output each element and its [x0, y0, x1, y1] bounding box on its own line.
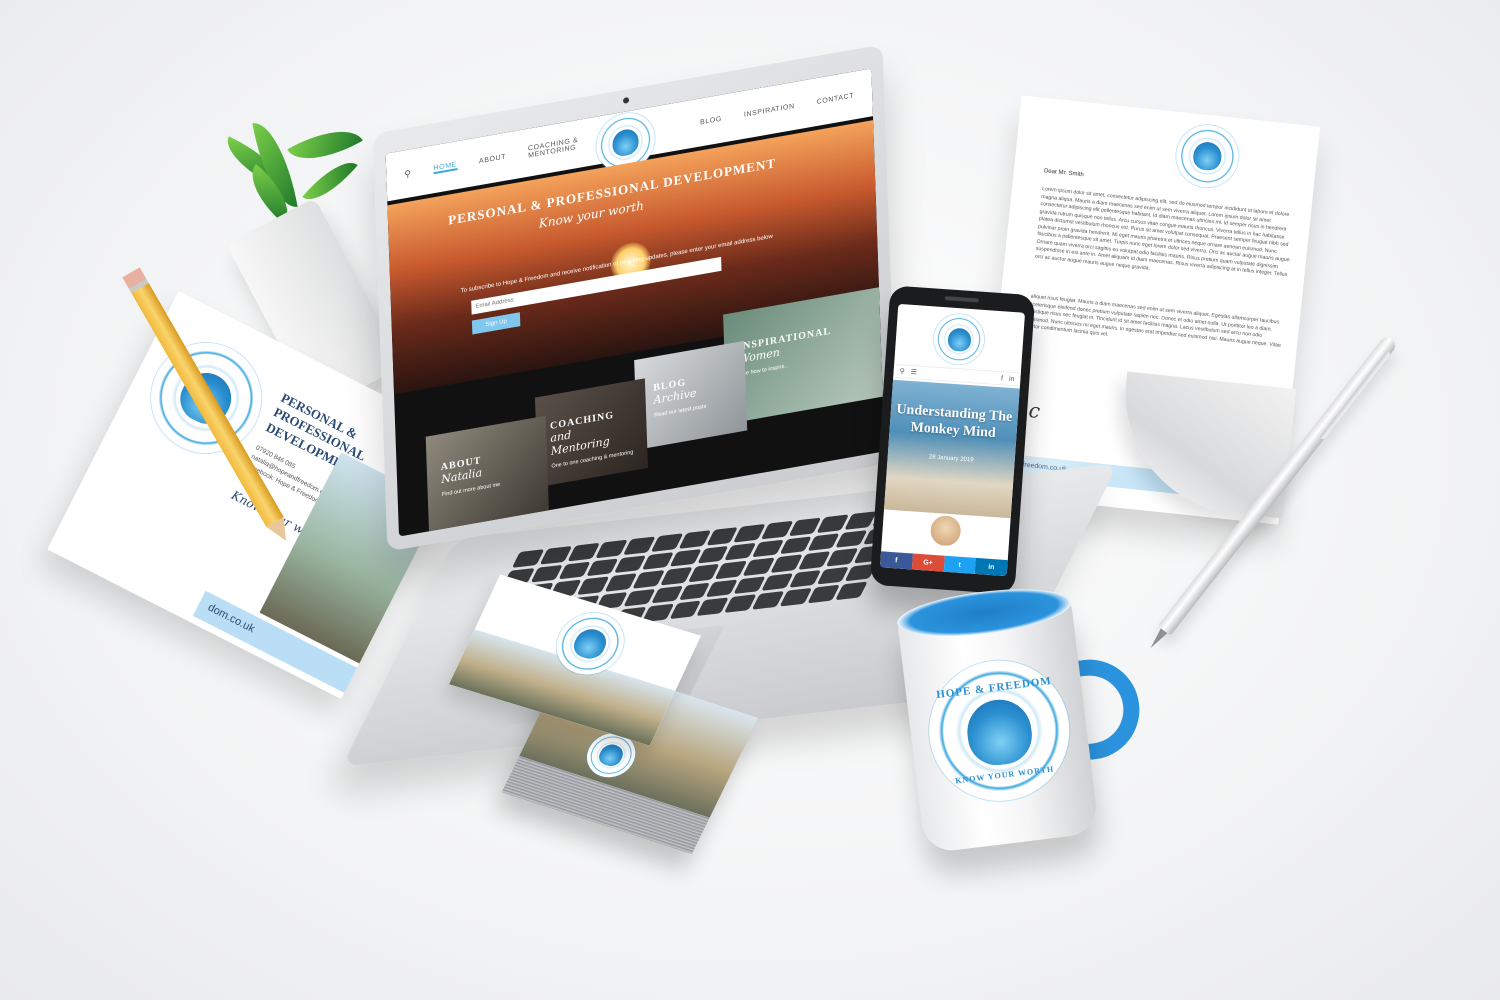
smartphone: ⚲ ☰ f in Understanding The Monkey Mind 2…	[869, 285, 1036, 595]
tile-about[interactable]: ABOUT Natalia Find out more about me	[425, 415, 549, 532]
keyboard-key	[835, 581, 868, 601]
keyboard-key	[678, 530, 711, 549]
search-icon[interactable]: ⚲	[899, 367, 905, 375]
keyboard-key	[706, 527, 739, 546]
keyboard-key	[576, 576, 609, 595]
keyboard-key	[733, 523, 767, 543]
keyboard-key	[512, 549, 545, 568]
keyboard-key	[816, 514, 850, 533]
post-title[interactable]: Understanding The Monkey Mind	[889, 402, 1018, 444]
keyboard-key	[632, 570, 665, 589]
keyboard-key	[816, 566, 850, 585]
tile-blog[interactable]: BLOG Archive Read our latest posts	[634, 340, 748, 450]
lotus-icon	[946, 326, 972, 352]
keyboard-key	[705, 579, 739, 598]
brand-tagline: KNOW YOUR WORTH	[954, 764, 1055, 786]
keyboard-key	[641, 551, 674, 571]
search-icon[interactable]: ⚲	[404, 168, 412, 180]
keyboard-key	[585, 558, 619, 577]
keyboard-key	[696, 597, 729, 616]
share-google-icon[interactable]: G+	[911, 553, 945, 572]
keyboard-key	[622, 536, 656, 555]
nav-home[interactable]: HOME	[433, 160, 458, 174]
nav-contact[interactable]: CONTACT	[817, 92, 855, 106]
phone-post-hero: Understanding The Monkey Mind 28 January…	[883, 379, 1020, 519]
share-bar: f G+ t in	[879, 551, 1008, 577]
keyboard-key	[650, 533, 683, 552]
post-date: 28 January 2019	[928, 453, 974, 464]
keyboard-key	[678, 582, 711, 601]
keyboard-key	[567, 542, 600, 562]
keyboard-key	[761, 520, 794, 539]
keyboard-key	[807, 585, 840, 604]
lotus-icon	[963, 696, 1036, 769]
linkedin-icon[interactable]: in	[1009, 375, 1015, 382]
keyboard-key	[779, 588, 813, 607]
keyboard-key	[622, 588, 656, 608]
keyboard-key	[659, 567, 693, 586]
avatar	[927, 512, 964, 549]
brand-logo	[1173, 122, 1242, 191]
brand-name: HOPE & FREEDOM	[935, 675, 1053, 702]
keyboard-key	[807, 532, 840, 552]
pencil-eraser	[122, 267, 149, 293]
keyboard-key	[668, 600, 702, 620]
share-facebook-icon[interactable]: f	[879, 551, 913, 570]
keyboard-key	[752, 539, 785, 558]
laptop-screen: ⚲ HOME ABOUT COACHING & MENTORING BLOG I…	[385, 68, 885, 537]
mug: HOPE & FREEDOM KNOW YOUR WORTH	[894, 579, 1146, 860]
lotus-icon	[611, 126, 640, 159]
share-linkedin-icon[interactable]: in	[974, 557, 1008, 577]
lotus-icon	[569, 625, 611, 662]
tile-coaching[interactable]: COACHING and Mentoring One to one coachi…	[534, 378, 648, 488]
pen-tip	[1147, 628, 1168, 651]
keyboard-key	[798, 551, 831, 570]
nav-inspiration[interactable]: INSPIRATION	[744, 102, 795, 118]
keyboard-key	[733, 576, 766, 595]
keyboard-key	[844, 511, 877, 530]
keyboard-key	[826, 548, 859, 567]
keyboard-key	[687, 563, 720, 583]
lotus-icon	[596, 742, 626, 769]
keyboard-key	[789, 569, 822, 589]
laptop-lid: ⚲ HOME ABOUT COACHING & MENTORING BLOG I…	[372, 44, 898, 552]
signup-button[interactable]: Sign Up	[471, 312, 521, 335]
camera-icon	[622, 96, 630, 104]
facebook-icon[interactable]: f	[1001, 375, 1003, 382]
nav-blog[interactable]: BLOG	[700, 115, 722, 126]
phone-nav-spacer	[923, 373, 995, 378]
keyboard-key	[789, 517, 822, 536]
letter-body: aliquet risus feugiat. Mauris a diam mae…	[1027, 293, 1282, 349]
keyboard-key	[696, 545, 730, 564]
lotus-icon	[1191, 140, 1224, 172]
keyboard-key	[595, 539, 628, 558]
keyboard-key	[650, 585, 683, 604]
keyboard-key	[724, 542, 757, 561]
keyboard-key	[604, 573, 637, 592]
pen-clip	[1319, 350, 1391, 441]
menu-icon[interactable]: ☰	[911, 368, 918, 376]
nav-coaching[interactable]: COACHING & MENTORING	[528, 134, 596, 160]
keyboard-key	[742, 557, 776, 576]
keyboard-key	[530, 564, 563, 583]
keyboard-key	[613, 554, 646, 574]
keyboard-key	[715, 560, 748, 580]
keyboard-key	[669, 548, 702, 567]
keyboard-key	[752, 591, 785, 610]
phone-screen: ⚲ ☰ f in Understanding The Monkey Mind 2…	[879, 303, 1026, 577]
letter-signature: c	[1027, 397, 1042, 423]
keyboard-key	[779, 536, 813, 555]
letter-salutation: Dear Mr. Smith	[1043, 168, 1085, 179]
keyboard-key	[770, 554, 803, 573]
letter-body: Lorem ipsum dolor sit amet, consectetur …	[1034, 186, 1292, 279]
keyboard-key	[558, 561, 591, 580]
keyboard-key	[835, 529, 868, 548]
keyboard-key	[539, 545, 573, 565]
nav-about[interactable]: ABOUT	[479, 153, 506, 165]
keyboard-key	[761, 572, 794, 592]
phone-speaker	[944, 296, 979, 303]
site-logo[interactable]	[932, 312, 986, 366]
keyboard-key	[724, 594, 757, 613]
share-twitter-icon[interactable]: t	[943, 555, 977, 574]
